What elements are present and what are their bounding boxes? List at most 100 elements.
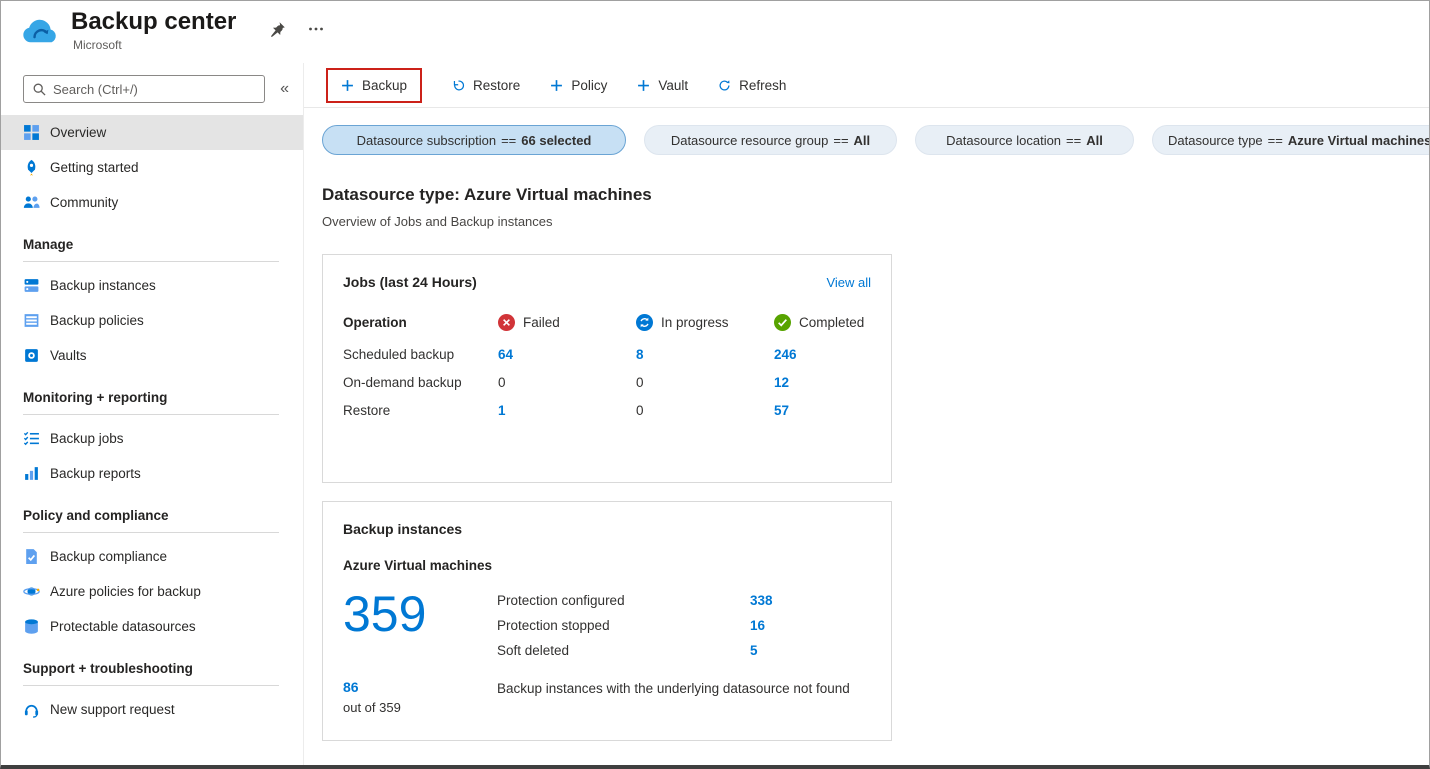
sidebar-item-new-support-request[interactable]: New support request xyxy=(1,692,303,727)
jobs-cell-in-progress: 0 xyxy=(636,374,644,390)
sidebar-item-backup-jobs[interactable]: Backup jobs xyxy=(1,421,303,456)
backup-button[interactable]: Backup xyxy=(341,78,407,93)
filter-value: Azure Virtual machines xyxy=(1287,132,1429,148)
jobs-cell-failed[interactable]: 1 xyxy=(498,403,636,418)
publisher-label: Microsoft xyxy=(73,38,122,53)
vault-button[interactable]: Vault xyxy=(637,78,688,93)
title-block: Backup center Microsoft xyxy=(71,8,237,53)
command-bar: Backup Restore Policy Vault Refresh xyxy=(304,63,1429,108)
sidebar-item-label: Backup compliance xyxy=(50,549,168,564)
jobs-cell-failed[interactable]: 64 xyxy=(498,347,636,362)
total-instances-count[interactable]: 359 xyxy=(343,589,497,658)
backup-instances-card: Backup instances Azure Virtual machines … xyxy=(322,501,892,741)
filter-label: Datasource location xyxy=(946,132,1062,148)
refresh-button-label: Refresh xyxy=(739,77,787,93)
pin-icon[interactable] xyxy=(270,21,286,37)
datasource-type-heading: Datasource type: Azure Virtual machines xyxy=(322,185,652,204)
column-failed-label: Failed xyxy=(523,314,560,330)
column-operation: Operation xyxy=(343,314,407,330)
filter-datasource-type[interactable]: Datasource type == Azure Virtual machine… xyxy=(1152,125,1429,155)
filter-value: All xyxy=(1086,132,1103,148)
jobs-cell-failed: 0 xyxy=(498,374,506,390)
view-all-link[interactable]: View all xyxy=(826,275,871,290)
sidebar-collapse-button[interactable]: « xyxy=(274,80,295,98)
datasource-not-found-row: 86 out of 359 Backup instances with the … xyxy=(343,679,871,715)
getting-started-icon xyxy=(23,159,40,176)
sidebar-item-getting-started[interactable]: Getting started xyxy=(1,150,303,185)
backup-policies-icon xyxy=(23,312,40,329)
sidebar-item-label: Vaults xyxy=(50,348,87,363)
column-completed: Completed xyxy=(774,313,871,339)
filter-label: Datasource resource group xyxy=(670,132,829,148)
sidebar-item-backup-instances[interactable]: Backup instances xyxy=(1,268,303,303)
in-progress-icon xyxy=(636,313,653,331)
stat-value[interactable]: 5 xyxy=(750,643,773,658)
protectable-datasources-icon xyxy=(23,618,40,635)
jobs-cell-completed[interactable]: 57 xyxy=(774,403,871,418)
sidebar-item-label: Backup policies xyxy=(50,313,144,328)
failed-icon xyxy=(498,313,515,331)
sidebar-item-community[interactable]: Community xyxy=(1,185,303,220)
sidebar-item-vaults[interactable]: Vaults xyxy=(1,338,303,373)
sidebar-item-overview[interactable]: Overview xyxy=(1,115,303,150)
jobs-cell-in-progress[interactable]: 8 xyxy=(636,347,774,362)
jobs-cell-completed[interactable]: 246 xyxy=(774,347,871,362)
sidebar-item-label: Community xyxy=(50,195,119,210)
instances-stats: Protection configured 338 Protection sto… xyxy=(497,589,773,658)
backup-instances-icon xyxy=(23,277,40,294)
not-found-count[interactable]: 86 xyxy=(343,679,497,695)
sidebar-item-azure-policies[interactable]: Azure policies for backup xyxy=(1,574,303,609)
overview-icon xyxy=(23,124,40,141)
refresh-button[interactable]: Refresh xyxy=(718,78,786,93)
stat-value[interactable]: 16 xyxy=(750,618,773,633)
jobs-cell-completed[interactable]: 12 xyxy=(774,375,871,390)
search-icon xyxy=(33,83,46,96)
stat-label: Protection stopped xyxy=(497,618,610,633)
filter-value: 66 selected xyxy=(521,132,592,148)
policy-button[interactable]: Policy xyxy=(550,78,607,93)
column-in-progress-label: In progress xyxy=(661,314,729,330)
not-found-suffix: out of 359 xyxy=(343,700,401,715)
filter-datasource-location[interactable]: Datasource location == All xyxy=(915,125,1134,155)
sidebar-section-support: Support + troubleshooting xyxy=(23,661,279,686)
search-input[interactable] xyxy=(53,81,256,97)
filter-value: All xyxy=(853,132,871,148)
body: « Overview Getting started Community xyxy=(1,63,1429,765)
restore-button-label: Restore xyxy=(473,77,521,93)
more-options-icon[interactable] xyxy=(308,21,324,37)
jobs-cell-in-progress: 0 xyxy=(636,402,644,418)
backup-button-highlight: Backup xyxy=(326,67,423,103)
sidebar-item-label: New support request xyxy=(50,702,175,717)
sidebar-item-backup-compliance[interactable]: Backup compliance xyxy=(1,539,303,574)
plus-icon xyxy=(341,79,354,92)
filter-datasource-resource-group[interactable]: Datasource resource group == All xyxy=(644,125,897,155)
search-box[interactable] xyxy=(23,75,266,103)
sidebar-item-label: Backup reports xyxy=(50,466,141,481)
restore-button[interactable]: Restore xyxy=(452,78,520,93)
filter-operator: == xyxy=(1066,132,1082,148)
sidebar-section-manage: Manage xyxy=(23,237,279,262)
filter-datasource-subscription[interactable]: Datasource subscription == 66 selected xyxy=(322,125,626,155)
column-failed: Failed xyxy=(498,313,636,339)
sidebar-item-backup-policies[interactable]: Backup policies xyxy=(1,303,303,338)
completed-icon xyxy=(774,313,791,331)
sidebar-item-backup-reports[interactable]: Backup reports xyxy=(1,456,303,491)
overview-subheading: Overview of Jobs and Backup instances xyxy=(322,214,553,229)
page-title: Backup center xyxy=(71,8,237,35)
stat-value[interactable]: 338 xyxy=(750,593,773,608)
jobs-card-header: Jobs (last 24 Hours) View all xyxy=(343,274,871,290)
filter-bar: Datasource subscription == 66 selected D… xyxy=(304,108,1429,159)
sidebar-section-monitoring: Monitoring + reporting xyxy=(23,390,279,415)
community-icon xyxy=(23,194,40,211)
stat-label: Soft deleted xyxy=(497,643,570,658)
backup-jobs-icon xyxy=(23,430,40,447)
app-header: Backup center Microsoft xyxy=(1,1,1429,63)
plus-icon xyxy=(550,79,563,92)
sidebar-item-protectable-datasources[interactable]: Protectable datasources xyxy=(1,609,303,644)
not-found-count-block: 86 out of 359 xyxy=(343,679,497,715)
jobs-row-operation: Restore xyxy=(343,402,391,418)
main-area: Backup Restore Policy Vault Refresh Data… xyxy=(304,63,1429,765)
backup-button-label: Backup xyxy=(362,77,408,93)
backup-center-page: Backup center Microsoft « xyxy=(0,0,1430,769)
backup-center-logo-icon xyxy=(21,17,59,44)
